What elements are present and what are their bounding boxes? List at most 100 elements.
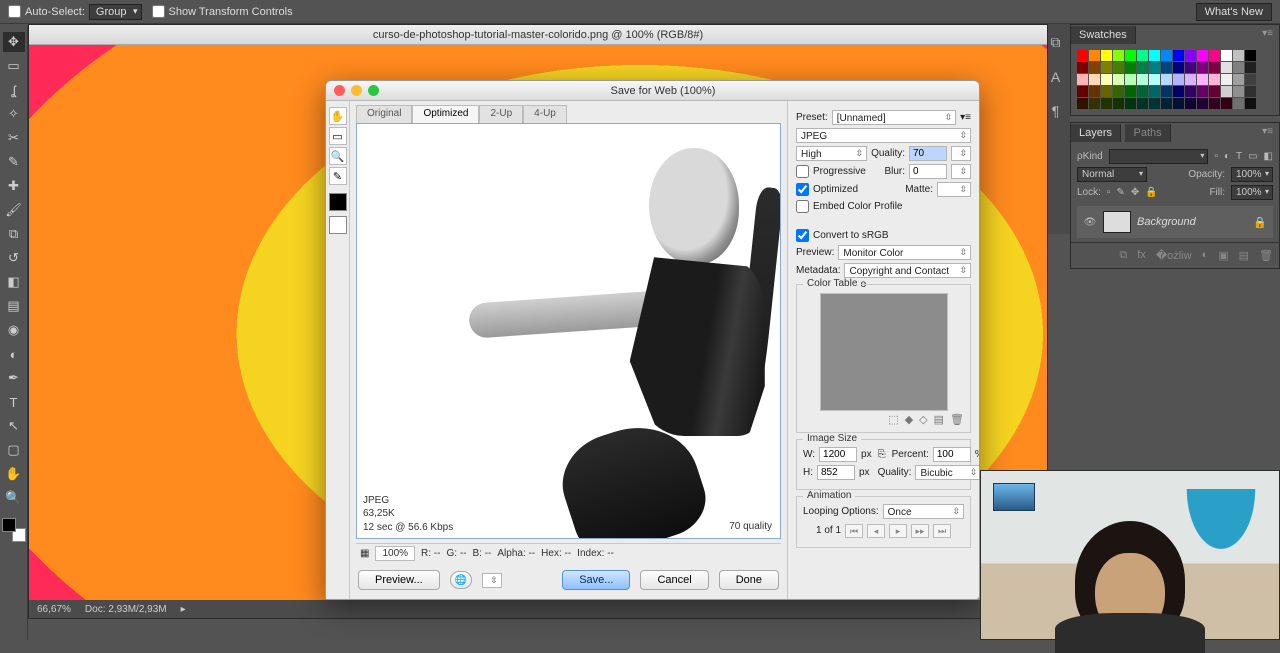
window-zoom-icon[interactable] (368, 85, 379, 96)
auto-select-dropdown[interactable]: Group (89, 4, 142, 20)
preview-colorspace-dropdown[interactable]: Monitor Color (838, 245, 971, 260)
compression-dropdown[interactable]: High (796, 146, 867, 161)
lock-pixels-icon[interactable]: ✎ (1116, 187, 1124, 198)
swatch[interactable] (1149, 98, 1160, 109)
swatches-tab[interactable]: Swatches (1071, 26, 1136, 44)
ct-delete-icon[interactable]: 🗑 (950, 413, 964, 426)
browser-preview-icon[interactable]: 🌐 (450, 571, 472, 589)
progressive-checkbox[interactable] (796, 165, 809, 178)
sfw-eyedropper-tool-icon[interactable]: ✎ (329, 167, 347, 185)
quality-stepper[interactable] (951, 146, 971, 161)
magic-wand-tool-icon[interactable]: ✧ (3, 104, 25, 124)
swatch[interactable] (1197, 86, 1208, 97)
readout-grid-icon[interactable]: ▦ (360, 548, 369, 559)
anim-prev-icon[interactable]: ◂ (867, 524, 885, 538)
matte-dropdown[interactable] (937, 182, 971, 197)
stamp-tool-icon[interactable]: ⧉ (3, 224, 25, 244)
sfw-slice-visibility-icon[interactable] (329, 216, 347, 234)
lock-position-icon[interactable]: ✥ (1131, 187, 1139, 198)
layer-mask-icon[interactable]: �ożliw (1156, 249, 1192, 262)
sfw-preview-area[interactable]: JPEG 63,25K 12 sec @ 56.6 Kbps 70 qualit… (356, 123, 781, 539)
swatches-grid[interactable] (1071, 44, 1279, 115)
shape-tool-icon[interactable]: ▢ (3, 440, 25, 460)
swatch[interactable] (1125, 74, 1136, 85)
new-fill-layer-icon[interactable]: ◐ (1202, 249, 1209, 262)
browser-preview-dropdown[interactable] (482, 573, 502, 588)
swatch[interactable] (1149, 50, 1160, 61)
swatch[interactable] (1101, 86, 1112, 97)
swatch[interactable] (1245, 86, 1256, 97)
swatch[interactable] (1209, 62, 1220, 73)
swatch[interactable] (1077, 86, 1088, 97)
metadata-dropdown[interactable]: Copyright and Contact Info (844, 263, 971, 278)
swatch[interactable] (1233, 74, 1244, 85)
swatch[interactable] (1137, 98, 1148, 109)
filter-shape-icon[interactable]: ▭ (1248, 151, 1257, 162)
new-layer-icon[interactable]: ▤ (1239, 249, 1249, 262)
status-zoom[interactable]: 66,67% (37, 604, 71, 615)
swatch[interactable] (1245, 50, 1256, 61)
window-close-icon[interactable] (334, 85, 345, 96)
swatch[interactable] (1233, 62, 1244, 73)
quality-field[interactable] (909, 146, 947, 161)
filter-pixel-icon[interactable]: ▫ (1214, 151, 1218, 162)
swatch[interactable] (1161, 50, 1172, 61)
swatch[interactable] (1233, 98, 1244, 109)
tab-2up[interactable]: 2-Up (479, 105, 523, 123)
paths-tab[interactable]: Paths (1125, 124, 1170, 142)
filter-kind-dropdown[interactable] (1109, 149, 1209, 164)
new-group-icon[interactable]: ▣ (1218, 249, 1228, 262)
blur-field[interactable] (909, 164, 947, 179)
brush-tool-icon[interactable]: 🖌 (3, 200, 25, 220)
swatch[interactable] (1173, 74, 1184, 85)
swatch[interactable] (1077, 50, 1088, 61)
swatch[interactable] (1161, 74, 1172, 85)
delete-layer-icon[interactable]: 🗑 (1259, 249, 1273, 262)
show-transform-checkbox[interactable] (152, 5, 165, 18)
swatch[interactable] (1245, 98, 1256, 109)
history-brush-tool-icon[interactable]: ↺ (3, 248, 25, 268)
panel-menu-icon[interactable]: ▾≡ (1256, 25, 1279, 42)
swatch[interactable] (1197, 62, 1208, 73)
move-tool-icon[interactable]: ✥ (3, 32, 25, 52)
swatch[interactable] (1185, 86, 1196, 97)
swatch[interactable] (1125, 50, 1136, 61)
foreground-color-swatch[interactable] (2, 518, 16, 532)
status-arrow-icon[interactable]: ▸ (181, 604, 186, 615)
swatch[interactable] (1209, 74, 1220, 85)
resample-quality-dropdown[interactable]: Bicubic (915, 465, 979, 480)
swatch[interactable] (1113, 74, 1124, 85)
swatch[interactable] (1101, 50, 1112, 61)
gradient-tool-icon[interactable]: ▤ (3, 296, 25, 316)
anim-first-icon[interactable]: ⏮ (845, 524, 863, 538)
swatch[interactable] (1221, 98, 1232, 109)
character-panel-icon[interactable]: A (1051, 69, 1060, 85)
width-field[interactable] (819, 447, 857, 462)
swatch[interactable] (1185, 62, 1196, 73)
tab-original[interactable]: Original (356, 105, 412, 123)
swatch[interactable] (1185, 74, 1196, 85)
dialog-titlebar[interactable]: Save for Web (100%) (326, 81, 979, 101)
swatch[interactable] (1125, 62, 1136, 73)
blur-tool-icon[interactable]: ◉ (3, 320, 25, 340)
layers-tab[interactable]: Layers (1071, 124, 1121, 142)
marquee-tool-icon[interactable]: ▭ (3, 56, 25, 76)
swatch[interactable] (1125, 86, 1136, 97)
foreground-background-colors[interactable] (2, 518, 26, 542)
height-field[interactable] (817, 465, 855, 480)
embed-profile-checkbox[interactable] (796, 200, 809, 213)
sfw-eyedropper-color[interactable] (329, 193, 347, 211)
swatch[interactable] (1185, 50, 1196, 61)
swatch[interactable] (1137, 62, 1148, 73)
anim-last-icon[interactable]: ⏭ (933, 524, 951, 538)
swatch[interactable] (1173, 98, 1184, 109)
swatch[interactable] (1149, 74, 1160, 85)
ct-add-icon[interactable]: ◇ (919, 413, 927, 426)
preset-menu-icon[interactable]: ▾≡ (960, 112, 971, 123)
swatch[interactable] (1197, 50, 1208, 61)
save-button[interactable]: Save... (562, 570, 630, 590)
lock-transparent-icon[interactable]: ▫ (1107, 187, 1111, 198)
blur-stepper[interactable] (951, 164, 971, 179)
preview-button[interactable]: Preview... (358, 570, 440, 590)
swatch[interactable] (1209, 98, 1220, 109)
